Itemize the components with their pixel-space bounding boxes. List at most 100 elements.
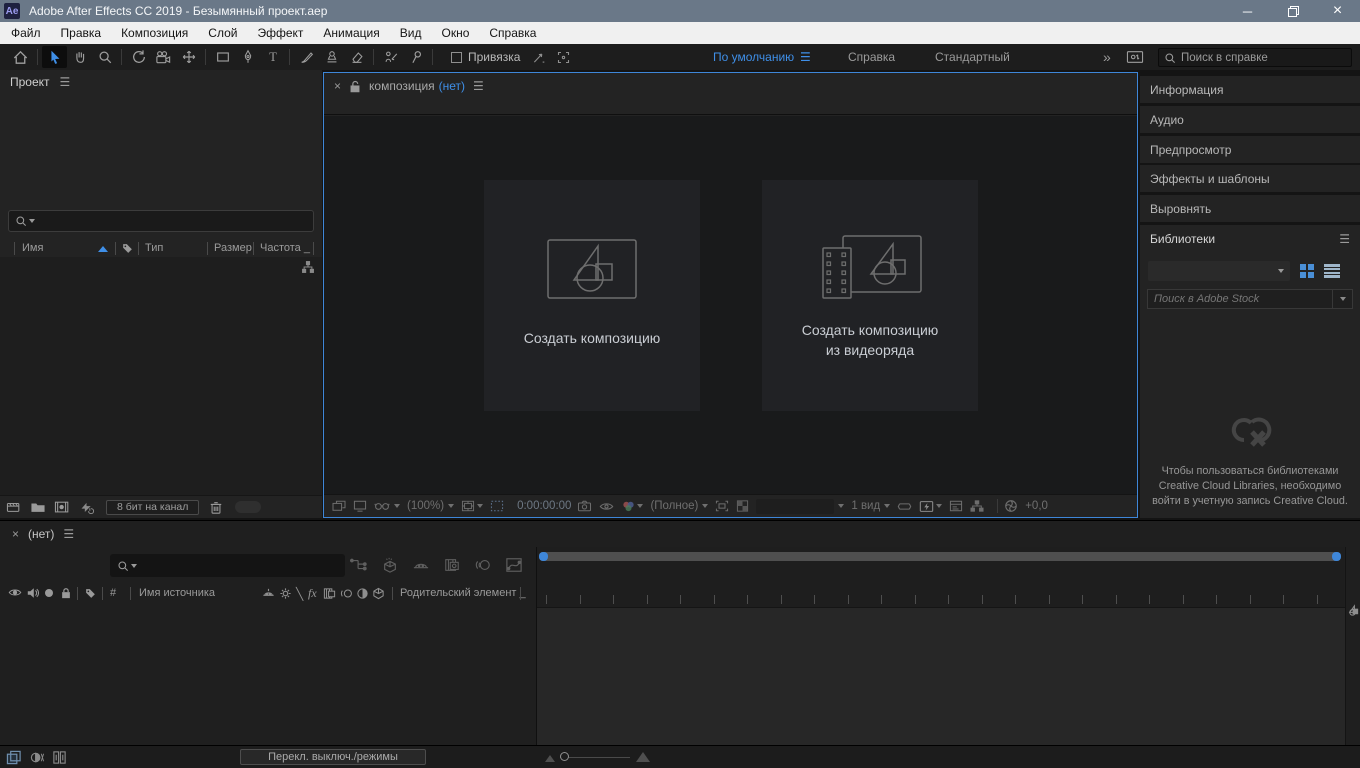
show-channels-icon[interactable] xyxy=(621,500,643,512)
workspace-menu-icon[interactable]: ☰ xyxy=(800,44,811,70)
draft-3d-icon[interactable] xyxy=(381,557,399,573)
toggle-switches-modes-button[interactable]: Перекл. выключ./режимы xyxy=(240,749,426,765)
stock-search-options-caret[interactable] xyxy=(1332,290,1352,308)
video-visibility-column-icon[interactable] xyxy=(8,587,22,598)
always-preview-icon[interactable] xyxy=(332,500,346,512)
fast-previews-icon[interactable] xyxy=(919,500,942,513)
menu-edit[interactable]: Правка xyxy=(51,22,112,44)
pan-behind-tool-icon[interactable] xyxy=(176,46,201,68)
project-search-input[interactable] xyxy=(39,215,307,227)
menu-effect[interactable]: Эффект xyxy=(247,22,313,44)
mask-visibility-icon[interactable] xyxy=(490,500,504,512)
timeline-panel-menu-icon[interactable]: ☰ xyxy=(63,527,74,541)
clone-stamp-tool-icon[interactable] xyxy=(319,46,344,68)
timeline-search-box[interactable] xyxy=(110,554,345,577)
safe-margins-icon[interactable] xyxy=(461,500,483,512)
transparency-grid-icon[interactable] xyxy=(736,500,749,512)
3d-layer-switch-icon[interactable] xyxy=(372,587,385,600)
project-panel-menu-icon[interactable]: ☰ xyxy=(60,75,71,89)
frame-blending-toggle-icon[interactable] xyxy=(443,557,461,573)
zoom-in-mountain-icon[interactable] xyxy=(636,752,650,762)
selection-tool-icon[interactable] xyxy=(42,46,67,68)
puppet-pin-tool-icon[interactable] xyxy=(403,46,428,68)
snap-shear-icon[interactable] xyxy=(526,46,551,68)
panel-tab-align[interactable]: Выровнять xyxy=(1140,195,1360,222)
project-flowchart-icon[interactable] xyxy=(301,260,315,274)
menu-composition[interactable]: Композиция xyxy=(111,22,198,44)
panel-tab-preview[interactable]: Предпросмотр xyxy=(1140,136,1360,163)
timeline-zoom-slider-track[interactable] xyxy=(560,757,630,758)
composition-panel-menu-icon[interactable]: ☰ xyxy=(473,79,484,93)
project-search-box[interactable] xyxy=(8,210,314,232)
timecode-value[interactable]: 0:00:00:00 xyxy=(517,500,571,512)
composition-mini-flowchart-icon[interactable] xyxy=(350,557,368,573)
zoom-level-value[interactable]: (100%) xyxy=(407,500,454,512)
graph-editor-icon[interactable] xyxy=(505,557,523,573)
shy-switch-icon[interactable] xyxy=(262,587,275,600)
tab-close-icon[interactable]: × xyxy=(12,527,19,541)
column-name[interactable]: Имя xyxy=(22,242,43,254)
column-parent-link[interactable]: Родительский элемент _ xyxy=(400,587,526,599)
comp-marker-bin-icon[interactable] xyxy=(1347,604,1360,617)
zoom-tool-icon[interactable] xyxy=(92,46,117,68)
reset-exposure-icon[interactable] xyxy=(1004,499,1018,513)
main-monitor-icon[interactable] xyxy=(353,500,367,512)
libraries-panel-menu-icon[interactable]: ☰ xyxy=(1339,232,1350,246)
label-column-icon[interactable] xyxy=(84,587,97,600)
lock-column-icon[interactable] xyxy=(60,587,72,599)
create-composition-button[interactable]: Создать композицию xyxy=(484,180,700,411)
audio-column-icon[interactable] xyxy=(26,587,39,599)
brush-tool-icon[interactable] xyxy=(294,46,319,68)
restore-button[interactable] xyxy=(1270,0,1315,22)
rotation-tool-icon[interactable] xyxy=(126,46,151,68)
close-button[interactable]: × xyxy=(1315,0,1360,22)
menu-window[interactable]: Окно xyxy=(431,22,479,44)
panel-tab-effects-presets[interactable]: Эффекты и шаблоны xyxy=(1140,165,1360,192)
expand-transfer-controls-icon[interactable] xyxy=(30,750,45,765)
timeline-button-icon[interactable] xyxy=(949,500,963,512)
timeline-zoom-slider-knob[interactable] xyxy=(560,752,569,761)
adobe-stock-search-box[interactable] xyxy=(1147,289,1353,309)
resolution-value[interactable]: (Полное) xyxy=(650,500,708,512)
column-type[interactable]: Тип xyxy=(145,242,163,254)
effects-switch-icon[interactable]: fx xyxy=(308,586,317,601)
quality-switch-icon[interactable]: ╲ xyxy=(296,587,303,601)
show-snapshot-icon[interactable] xyxy=(599,501,614,512)
timeline-horizontal-scrollbar[interactable] xyxy=(539,552,1341,561)
tag-column-icon[interactable] xyxy=(121,242,134,255)
menu-file[interactable]: Файл xyxy=(1,22,51,44)
project-tab-label[interactable]: Проект xyxy=(10,75,50,89)
eraser-tool-icon[interactable] xyxy=(344,46,369,68)
timeline-ruler[interactable] xyxy=(537,567,1345,607)
unlock-icon[interactable] xyxy=(349,80,361,93)
shy-layers-toggle-icon[interactable] xyxy=(412,557,430,573)
library-select-dropdown[interactable] xyxy=(1148,261,1290,281)
expand-inout-panes-icon[interactable] xyxy=(52,750,67,765)
proxy-toggle-icon[interactable] xyxy=(79,500,94,514)
timeline-vertical-scrollbar[interactable] xyxy=(1345,547,1360,746)
panel-tab-audio[interactable]: Аудио xyxy=(1140,106,1360,133)
timeline-track-area[interactable] xyxy=(537,607,1345,746)
minimize-button[interactable]: ─ xyxy=(1225,0,1270,22)
snap-checkbox[interactable] xyxy=(451,52,462,63)
region-of-interest-icon[interactable] xyxy=(715,500,729,512)
panel-tab-libraries[interactable]: Библиотеки ☰ xyxy=(1140,225,1360,252)
delete-trash-icon[interactable] xyxy=(209,500,223,515)
new-folder-icon[interactable] xyxy=(30,500,46,514)
motion-blur-switch-icon[interactable] xyxy=(340,587,353,600)
adjustment-layer-switch-icon[interactable] xyxy=(356,587,369,600)
roto-brush-tool-icon[interactable] xyxy=(378,46,403,68)
motion-blur-toggle-icon[interactable] xyxy=(474,557,492,573)
exposure-value[interactable]: +0,0 xyxy=(1025,500,1048,512)
rectangle-tool-icon[interactable] xyxy=(210,46,235,68)
timeline-tab[interactable]: × (нет) ☰ xyxy=(12,527,74,541)
view-layout-dropdown[interactable] xyxy=(756,499,844,514)
workspace-tab-help[interactable]: Справка xyxy=(848,44,895,70)
home-tool-icon[interactable] xyxy=(8,46,33,68)
interpret-footage-icon[interactable] xyxy=(6,500,22,514)
comp-flowchart-icon[interactable] xyxy=(970,500,984,512)
snapshot-icon[interactable] xyxy=(577,500,592,512)
composition-tab-label[interactable]: композиция xyxy=(369,79,435,93)
solo-column-icon[interactable] xyxy=(45,589,53,597)
timeline-tab-label[interactable]: (нет) xyxy=(28,527,54,541)
